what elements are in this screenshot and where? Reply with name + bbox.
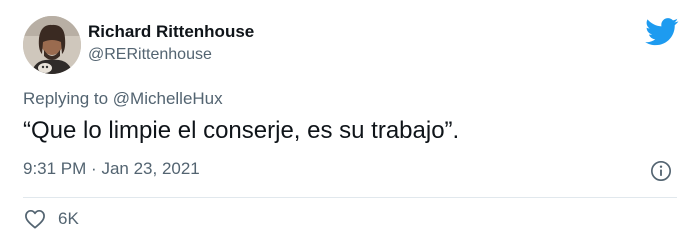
heart-icon — [25, 209, 45, 229]
avatar-photo — [23, 16, 81, 74]
author-name[interactable]: Richard Rittenhouse — [88, 22, 254, 42]
tweet-timestamp[interactable]: 9:31 PM · Jan 23, 2021 — [23, 159, 200, 179]
reply-prefix: Replying to — [23, 89, 109, 108]
info-icon[interactable] — [650, 160, 672, 182]
like-button[interactable]: 6K — [24, 209, 79, 229]
tweet-text: “Que lo limpie el conserje, es su trabaj… — [23, 117, 460, 144]
reply-context: Replying to @MichelleHux — [23, 89, 223, 109]
avatar[interactable] — [23, 16, 81, 74]
tweet-time: 9:31 PM — [23, 159, 87, 178]
divider — [23, 197, 677, 198]
tweet-card: Richard Rittenhouse @RERittenhouse Reply… — [0, 0, 700, 249]
twitter-bird-icon[interactable] — [645, 18, 679, 46]
meta-separator: · — [91, 159, 97, 178]
tweet-date: Jan 23, 2021 — [101, 159, 200, 178]
reply-mention-link[interactable]: @MichelleHux — [113, 89, 223, 108]
author-handle[interactable]: @RERittenhouse — [88, 46, 212, 64]
like-count: 6K — [58, 209, 79, 228]
